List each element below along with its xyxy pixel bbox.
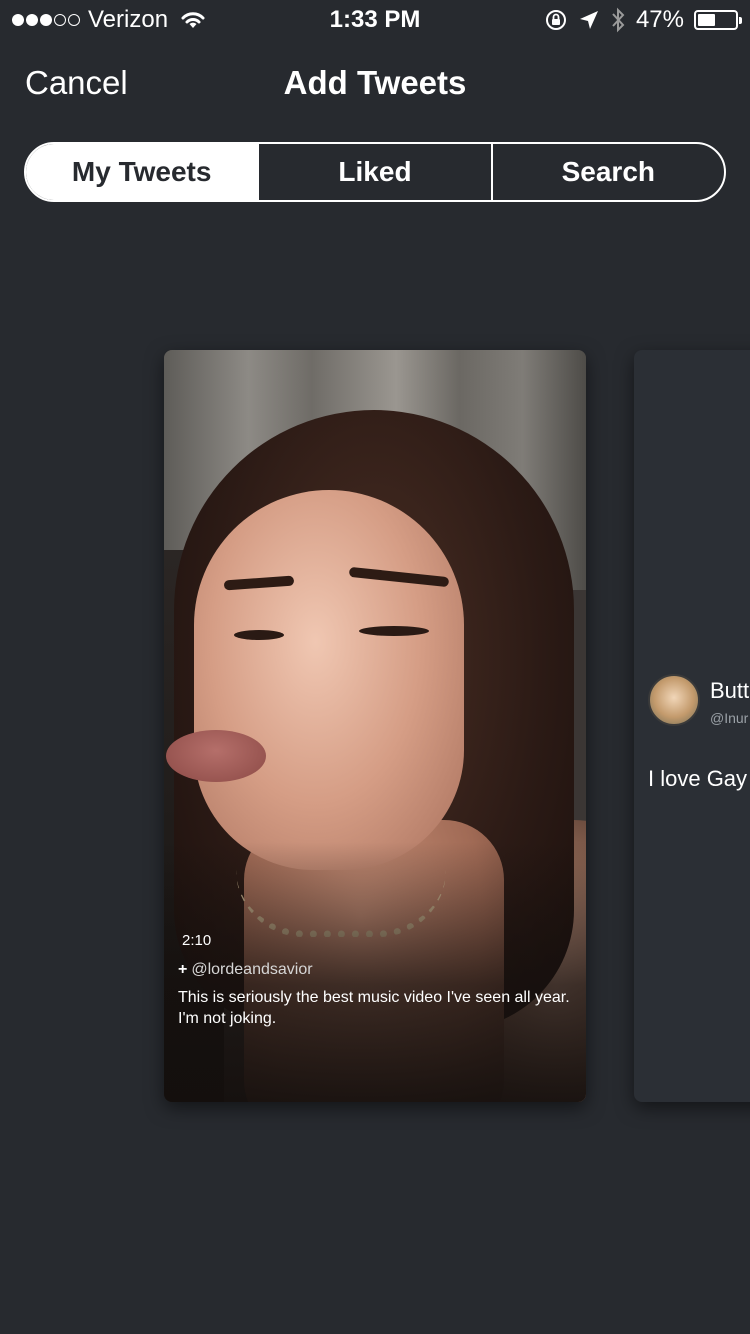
- navigation-bar: Cancel Add Tweets: [0, 56, 750, 116]
- battery-level: [698, 14, 715, 26]
- signal-dot: [54, 14, 66, 26]
- face-shape: [194, 490, 464, 870]
- carrier-name: Verizon: [88, 6, 169, 33]
- status-bar: Verizon 1:33 PM 47%: [0, 0, 750, 40]
- eye-shape: [359, 626, 429, 636]
- signal-strength-icon: [12, 14, 80, 26]
- tweet-card-video[interactable]: 2:10 + @lordeandsavior This is seriously…: [164, 350, 586, 1102]
- avatar: [648, 674, 700, 726]
- video-duration: 2:10: [182, 932, 212, 949]
- status-left: Verizon: [12, 6, 206, 34]
- signal-dot: [40, 14, 52, 26]
- tab-search[interactable]: Search: [490, 144, 724, 200]
- signal-dot: [26, 14, 38, 26]
- bluetooth-icon: [612, 7, 625, 33]
- tweet-card-text[interactable]: Butt @Inur I love Gay: [634, 350, 750, 1102]
- battery-icon: [694, 10, 742, 30]
- page-title: Add Tweets: [283, 64, 467, 101]
- battery-percent: 47%: [635, 6, 684, 33]
- wifi-icon: [181, 12, 205, 28]
- tweet-text: I love Gay: [648, 766, 748, 791]
- rotation-lock-icon: [545, 10, 566, 30]
- tab-segmented-control: My Tweets Liked Search: [24, 142, 726, 202]
- tab-liked[interactable]: Liked: [257, 144, 490, 200]
- plus-icon: +: [178, 961, 188, 978]
- location-arrow-icon: [579, 11, 598, 29]
- lips-shape: [166, 730, 266, 782]
- tweet-text: This is seriously the best music video I…: [178, 989, 570, 1027]
- tab-my-tweets[interactable]: My Tweets: [26, 144, 258, 200]
- signal-dot: [68, 14, 80, 26]
- status-right: 47%: [544, 6, 742, 34]
- handle-text: @lordeandsavior: [191, 961, 313, 978]
- signal-dot: [12, 14, 24, 26]
- tweet-author-handle[interactable]: + @lordeandsavior: [178, 961, 313, 979]
- tweet-author-name: Butt: [710, 678, 750, 703]
- eye-shape: [234, 630, 284, 640]
- tweet-author-handle: @Inur: [710, 710, 749, 726]
